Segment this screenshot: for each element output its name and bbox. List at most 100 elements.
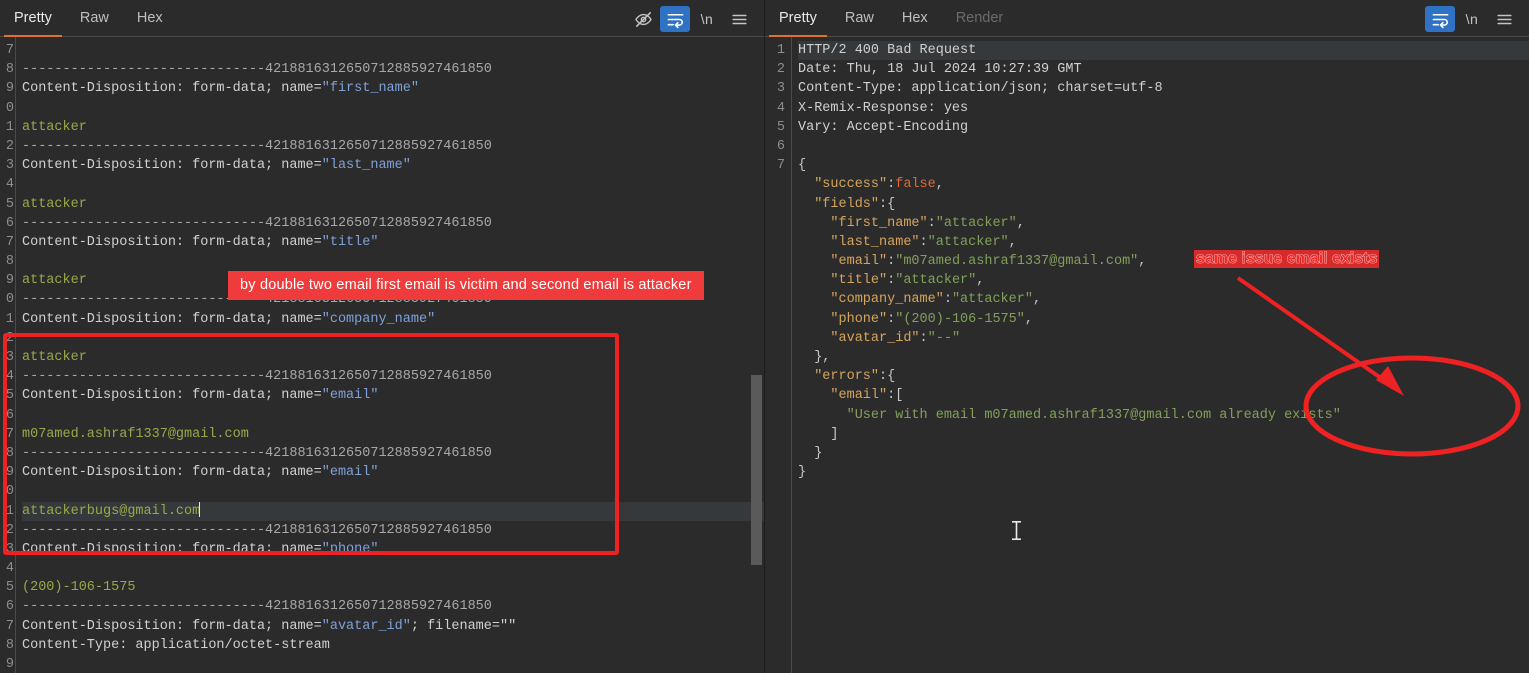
newline-icon[interactable]: \n <box>1457 6 1487 32</box>
code-line[interactable]: "fields":{ <box>798 195 1529 214</box>
response-code-area[interactable]: HTTP/2 400 Bad RequestDate: Thu, 18 Jul … <box>792 37 1529 673</box>
code-line[interactable]: HTTP/2 400 Bad Request <box>798 41 1529 60</box>
code-line[interactable]: } <box>798 444 1529 463</box>
code-line[interactable]: Content-Type: application/octet-stream <box>22 636 764 655</box>
code-line[interactable]: Date: Thu, 18 Jul 2024 10:27:39 GMT <box>798 60 1529 79</box>
code-line[interactable]: Content-Disposition: form-data; name="co… <box>22 310 764 329</box>
code-segment: "title" <box>830 273 887 288</box>
code-line[interactable]: "last_name":"attacker", <box>798 233 1529 252</box>
menu-icon[interactable] <box>724 6 754 32</box>
code-segment: ] <box>798 427 839 442</box>
line-number: 9 <box>0 271 16 290</box>
code-segment: "phone" <box>322 542 379 557</box>
line-number: 1 <box>0 502 16 521</box>
line-number: 2 <box>765 60 787 79</box>
scrollbar-thumb[interactable] <box>751 375 762 565</box>
code-line[interactable]: "success":false, <box>798 175 1529 194</box>
line-number: 8 <box>0 252 16 271</box>
code-line[interactable] <box>22 406 764 425</box>
code-line[interactable]: "errors":{ <box>798 367 1529 386</box>
code-line[interactable]: ------------------------------4218816312… <box>22 444 764 463</box>
line-number: 7 <box>0 41 16 60</box>
code-line[interactable]: Content-Disposition: form-data; name="em… <box>22 386 764 405</box>
response-editor[interactable]: 1234567 HTTP/2 400 Bad RequestDate: Thu,… <box>765 37 1529 673</box>
request-tab-raw[interactable]: Raw <box>66 1 123 37</box>
code-line[interactable]: "phone":"(200)-106-1575", <box>798 310 1529 329</box>
request-vertical-scrollbar[interactable] <box>751 37 762 673</box>
code-line[interactable]: ------------------------------4218816312… <box>22 137 764 156</box>
code-line[interactable]: ------------------------------4218816312… <box>22 214 764 233</box>
code-segment: : <box>928 216 936 231</box>
response-tab-raw[interactable]: Raw <box>831 1 888 37</box>
code-line[interactable]: Content-Disposition: form-data; name="fi… <box>22 79 764 98</box>
word-wrap-icon[interactable] <box>660 6 690 32</box>
word-wrap-icon[interactable] <box>1425 6 1455 32</box>
request-code-area[interactable]: ------------------------------4218816312… <box>16 37 764 673</box>
code-line[interactable] <box>798 137 1529 156</box>
text-caret <box>199 502 200 517</box>
code-segment: :[ <box>887 388 903 403</box>
code-line[interactable] <box>22 655 764 673</box>
code-line[interactable]: Content-Disposition: form-data; name="em… <box>22 463 764 482</box>
code-segment: ------------------------------4218816312… <box>22 369 492 384</box>
code-line[interactable]: X-Remix-Response: yes <box>798 99 1529 118</box>
response-tab-hex[interactable]: Hex <box>888 1 942 37</box>
response-toolbar: PrettyRawHexRender \n <box>765 0 1529 37</box>
code-line[interactable]: Content-Disposition: form-data; name="la… <box>22 156 764 175</box>
request-tabs: PrettyRawHex <box>0 0 177 37</box>
line-number <box>765 444 787 463</box>
line-number: 1 <box>0 310 16 329</box>
newline-icon[interactable]: \n <box>692 6 722 32</box>
code-line[interactable]: "avatar_id":"--" <box>798 329 1529 348</box>
code-line[interactable] <box>22 482 764 501</box>
request-tab-hex[interactable]: Hex <box>123 1 177 37</box>
line-number <box>765 175 787 194</box>
code-line[interactable]: m07amed.ashraf1337@gmail.com <box>22 425 764 444</box>
code-segment: : <box>944 292 952 307</box>
code-line[interactable] <box>22 99 764 118</box>
code-line[interactable] <box>22 252 764 271</box>
code-segment: : <box>920 235 928 250</box>
menu-icon[interactable] <box>1489 6 1519 32</box>
code-line[interactable]: ] <box>798 425 1529 444</box>
code-line[interactable]: ------------------------------4218816312… <box>22 597 764 616</box>
eye-off-icon[interactable] <box>628 6 658 32</box>
request-editor[interactable]: 7890123456789012345678901234567890 -----… <box>0 37 764 673</box>
code-line[interactable]: ------------------------------4218816312… <box>22 60 764 79</box>
code-line[interactable]: attacker <box>22 271 764 290</box>
code-line[interactable]: "company_name":"attacker", <box>798 290 1529 309</box>
response-toolbar-icons: \n <box>1425 1 1529 37</box>
request-tab-pretty[interactable]: Pretty <box>0 1 66 37</box>
code-line[interactable]: attacker <box>22 118 764 137</box>
code-line[interactable]: attacker <box>22 195 764 214</box>
code-line[interactable]: "title":"attacker", <box>798 271 1529 290</box>
code-line[interactable] <box>22 175 764 194</box>
code-line[interactable] <box>22 559 764 578</box>
code-line[interactable] <box>22 41 764 60</box>
code-segment: , <box>1138 254 1146 269</box>
line-number <box>765 386 787 405</box>
code-line[interactable]: } <box>798 463 1529 482</box>
code-line[interactable]: "email":[ <box>798 386 1529 405</box>
code-line[interactable]: Content-Disposition: form-data; name="av… <box>22 617 764 636</box>
code-line[interactable]: "first_name":"attacker", <box>798 214 1529 233</box>
code-line[interactable]: Content-Disposition: form-data; name="ph… <box>22 540 764 559</box>
code-line[interactable]: attacker <box>22 348 764 367</box>
code-line[interactable] <box>22 329 764 348</box>
code-line[interactable]: (200)-106-1575 <box>22 578 764 597</box>
code-line[interactable]: }, <box>798 348 1529 367</box>
code-line[interactable]: ------------------------------4218816312… <box>22 290 764 309</box>
code-line[interactable]: ------------------------------4218816312… <box>22 521 764 540</box>
code-line[interactable]: ------------------------------4218816312… <box>22 367 764 386</box>
code-segment: "attacker" <box>952 292 1033 307</box>
code-line[interactable]: Vary: Accept-Encoding <box>798 118 1529 137</box>
code-line[interactable]: Content-Type: application/json; charset=… <box>798 79 1529 98</box>
code-line[interactable]: Content-Disposition: form-data; name="ti… <box>22 233 764 252</box>
response-tab-pretty[interactable]: Pretty <box>765 1 831 37</box>
code-line[interactable]: "User with email m07amed.ashraf1337@gmai… <box>798 406 1529 425</box>
code-line[interactable]: "email":"m07amed.ashraf1337@gmail.com", <box>798 252 1529 271</box>
line-number: 4 <box>0 175 16 194</box>
code-segment: "success" <box>814 177 887 192</box>
code-line[interactable]: attackerbugs@gmail.com <box>22 502 764 521</box>
code-line[interactable]: { <box>798 156 1529 175</box>
